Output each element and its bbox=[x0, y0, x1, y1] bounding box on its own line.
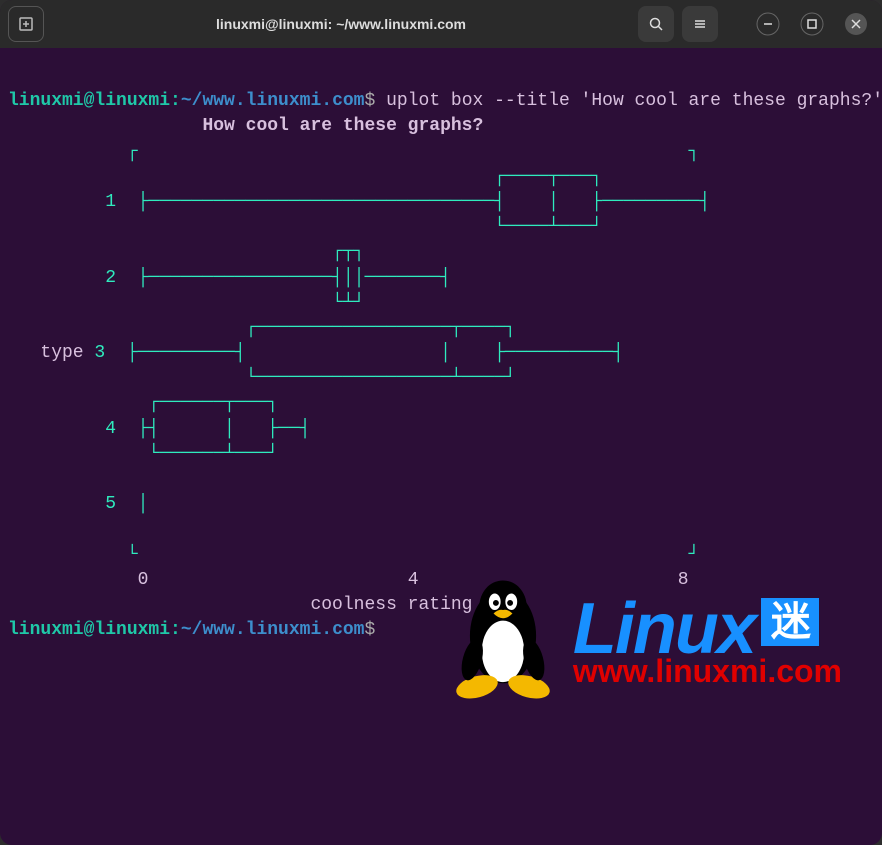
chart-box-1: ┌────┬───┐ bbox=[8, 167, 732, 187]
chart-axis-bottom: └ ┘ bbox=[8, 545, 710, 565]
chart-axis-top: ┌ ┐ bbox=[8, 142, 710, 162]
command-text: uplot box --title 'How cool are these gr… bbox=[386, 91, 882, 111]
prompt-path: ~/www.linuxmi.com bbox=[181, 91, 365, 111]
search-button[interactable] bbox=[638, 6, 674, 42]
terminal-body[interactable]: linuxmi@linuxmi:~/www.linuxmi.com$ uplot… bbox=[0, 48, 882, 845]
chart-box-3: ┌──────────────────┬────┐ bbox=[8, 318, 732, 338]
watermark-text: Linux迷 www.linuxmi.com bbox=[573, 593, 842, 687]
prompt-dollar: $ bbox=[364, 91, 375, 111]
chart-box-5 bbox=[8, 469, 732, 489]
terminal-window: linuxmi@linuxmi: ~/www.linuxmi.com linux… bbox=[0, 0, 882, 845]
new-tab-button[interactable] bbox=[8, 6, 44, 42]
chart-title: How cool are these graphs? bbox=[8, 116, 483, 136]
watermark-brand: Linux迷 bbox=[573, 593, 842, 665]
window-title: linuxmi@linuxmi: ~/www.linuxmi.com bbox=[52, 16, 630, 32]
ylabel: type bbox=[8, 343, 84, 363]
menu-button[interactable] bbox=[682, 6, 718, 42]
chart-box-4: ┌──────┬───┐ bbox=[8, 393, 732, 413]
prompt-sep: : bbox=[170, 91, 181, 111]
titlebar: linuxmi@linuxmi: ~/www.linuxmi.com bbox=[0, 0, 882, 48]
prompt-user-2: linuxmi@linuxmi bbox=[8, 620, 170, 640]
close-button[interactable] bbox=[838, 6, 874, 42]
xlabel: coolness rating bbox=[8, 595, 472, 615]
prompt-user: linuxmi@linuxmi bbox=[8, 91, 170, 111]
watermark-url: www.linuxmi.com bbox=[573, 655, 842, 687]
chart-box-2: ┌┬┐ bbox=[8, 242, 732, 262]
minimize-button[interactable] bbox=[750, 6, 786, 42]
maximize-button[interactable] bbox=[794, 6, 830, 42]
x-ticks: 0 4 8 bbox=[8, 570, 710, 590]
